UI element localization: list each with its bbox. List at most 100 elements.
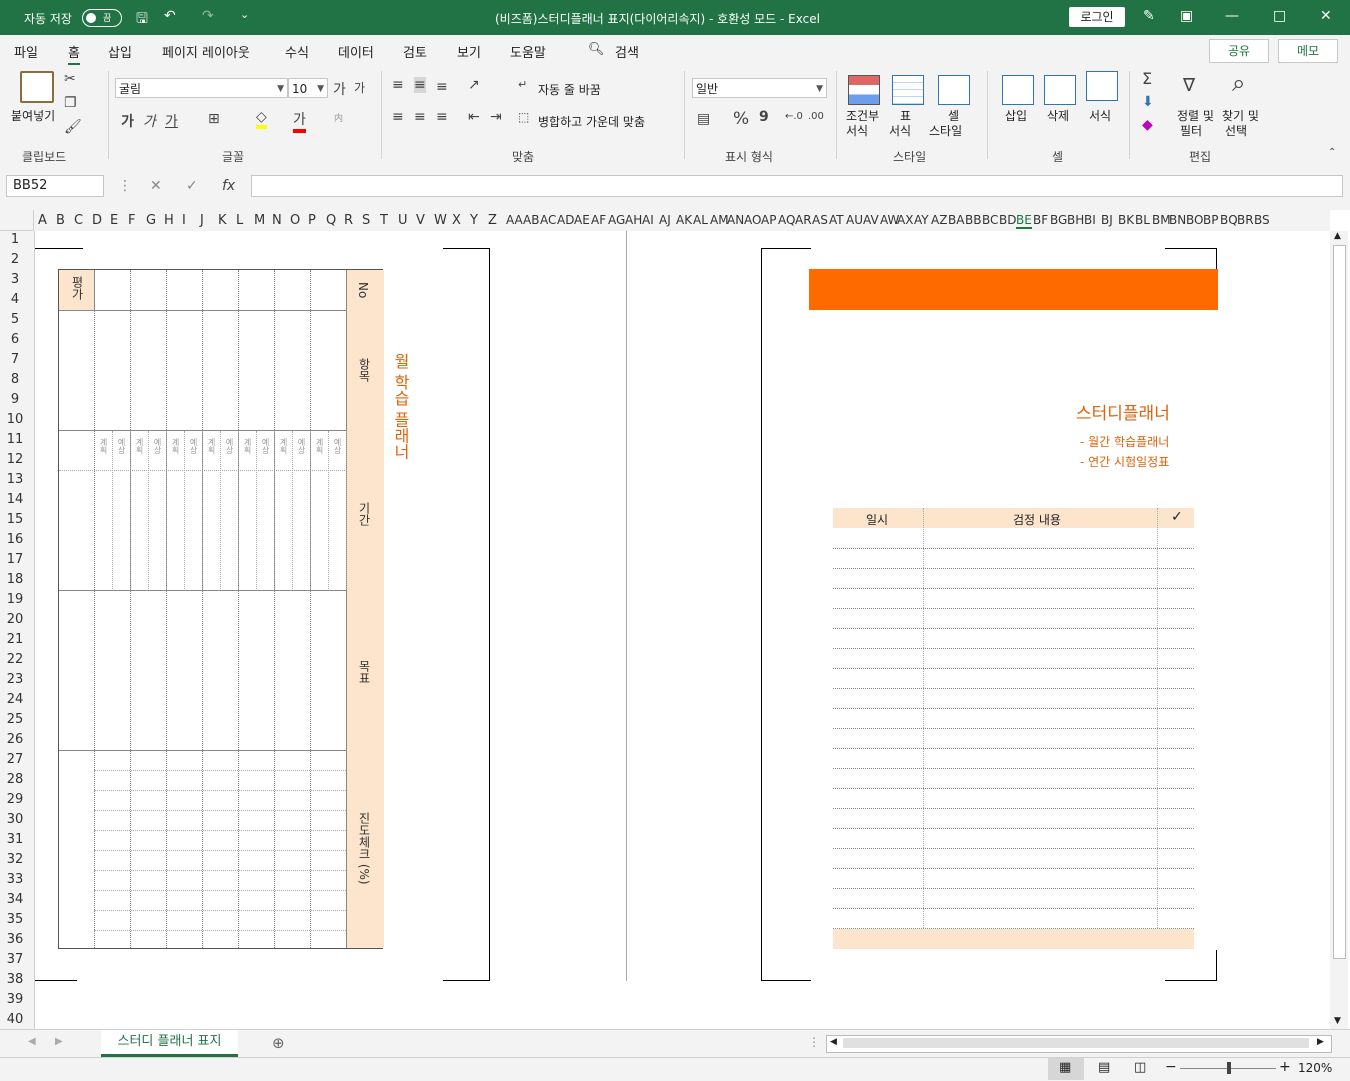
worksheet[interactable]: 평가 No 항목 기간 목표 진도체크 (%) 계획 예상 계획 예상 계획 예상 계획 예상… [35, 231, 1330, 1029]
row-header[interactable]: 8 [0, 372, 30, 387]
border-icon[interactable]: ⊞ [208, 111, 220, 127]
h-scroll-thumb[interactable] [843, 1038, 1309, 1048]
column-header[interactable]: BA [948, 213, 964, 227]
paste-icon[interactable] [20, 71, 54, 103]
number-format-select[interactable]: 일반 ▼ [692, 78, 827, 98]
tab-data[interactable]: 데이터 [338, 42, 374, 61]
scroll-down-icon[interactable]: ▼ [1334, 1016, 1341, 1026]
paste-button[interactable]: 붙여넣기 [11, 107, 55, 124]
column-header[interactable]: AC [540, 213, 556, 227]
insert-cells-button[interactable]: 삽입 [1005, 107, 1027, 124]
font-size-select[interactable]: 10 ▼ [288, 78, 328, 98]
column-header[interactable]: BH [1067, 213, 1084, 227]
column-header[interactable]: BI [1084, 213, 1096, 227]
italic-icon[interactable]: 가 [143, 111, 156, 131]
row-header[interactable]: 2 [0, 252, 30, 267]
row-header[interactable]: 12 [0, 452, 30, 467]
column-header[interactable]: M [254, 213, 265, 228]
column-header[interactable]: O [290, 213, 300, 228]
column-header[interactable]: AX [897, 213, 913, 227]
prev-sheet-icon[interactable]: ◀ [28, 1036, 36, 1047]
row-header[interactable]: 17 [0, 552, 30, 567]
column-header[interactable]: S [362, 213, 370, 228]
zoom-out-icon[interactable]: − [1165, 1059, 1177, 1075]
column-header[interactable]: V [416, 213, 425, 228]
row-header[interactable]: 32 [0, 852, 30, 867]
scroll-left-icon[interactable]: ◀ [830, 1037, 837, 1047]
underline-icon[interactable]: 가 [165, 111, 178, 131]
align-center-icon[interactable]: ≡ [414, 109, 426, 125]
collapse-ribbon-icon[interactable]: ⌃ [1328, 147, 1336, 158]
bold-icon[interactable]: 가 [121, 111, 134, 131]
increase-indent-icon[interactable]: ⇥ [490, 109, 502, 125]
cell-styles-icon[interactable] [938, 75, 970, 105]
shrink-font-icon[interactable]: 가 [354, 79, 365, 96]
row-header[interactable]: 10 [0, 412, 30, 427]
sort-filter-label2[interactable]: 필터 [1180, 122, 1202, 139]
conditional-format-icon[interactable] [848, 75, 880, 105]
vertical-scrollbar[interactable]: ▲ ▼ [1330, 231, 1348, 1029]
column-header[interactable]: BR [1237, 213, 1254, 227]
column-header[interactable]: AG [608, 213, 625, 227]
copy-icon[interactable]: ❐ [64, 95, 77, 111]
wrap-text-button[interactable]: 자동 줄 바꿈 [538, 81, 601, 98]
column-header[interactable]: BE [1016, 213, 1032, 229]
fill-color-icon[interactable]: ◇ [256, 109, 267, 129]
row-header[interactable]: 19 [0, 592, 30, 607]
column-header[interactable]: L [236, 213, 243, 228]
column-header[interactable]: BS [1254, 213, 1270, 227]
column-header[interactable]: BM [1152, 213, 1171, 227]
column-header[interactable]: BK [1118, 213, 1134, 227]
fill-icon[interactable]: ⬇ [1142, 94, 1154, 110]
column-header[interactable]: A [38, 213, 47, 228]
row-header[interactable]: 28 [0, 772, 30, 787]
column-header[interactable]: AZ [931, 213, 947, 227]
next-sheet-icon[interactable]: ▶ [55, 1036, 63, 1047]
column-header[interactable]: BQ [1220, 213, 1238, 227]
column-header[interactable]: G [146, 213, 156, 228]
scroll-thumb[interactable] [1333, 245, 1346, 959]
row-header[interactable]: 1 [0, 232, 30, 247]
row-header[interactable]: 22 [0, 652, 30, 667]
column-header[interactable]: R [344, 213, 353, 228]
save-icon[interactable]: 🖫 [136, 8, 148, 32]
undo-icon[interactable]: ↶ [164, 8, 176, 24]
accounting-icon[interactable]: ▤ [697, 111, 710, 127]
ribbon-display-icon[interactable]: ▣ [1180, 8, 1193, 24]
align-middle-icon[interactable]: ≡ [414, 77, 426, 93]
sort-filter-icon[interactable]: ∇ [1183, 75, 1195, 96]
close-icon[interactable]: ✕ [1320, 8, 1332, 24]
column-header[interactable]: BB [965, 213, 981, 227]
column-header[interactable]: AE [574, 213, 590, 227]
tab-formulas[interactable]: 수식 [285, 42, 309, 61]
maximize-icon[interactable]: □ [1273, 8, 1286, 24]
column-header[interactable]: BN [1169, 213, 1186, 227]
column-header[interactable]: BF [1033, 213, 1048, 227]
align-top-icon[interactable]: ≡ [392, 77, 404, 93]
row-header[interactable]: 11 [0, 432, 30, 447]
row-header[interactable]: 33 [0, 872, 30, 887]
zoom-slider-thumb[interactable] [1227, 1062, 1231, 1074]
column-header[interactable]: W [434, 213, 447, 228]
font-name-select[interactable]: 굴림 ▼ [115, 78, 288, 98]
comma-icon[interactable]: 9 [759, 109, 769, 125]
insert-cells-icon[interactable] [1002, 75, 1034, 105]
enter-icon[interactable]: ✓ [186, 178, 198, 194]
format-table-label2[interactable]: 서식 [889, 122, 911, 139]
page-break-view-icon[interactable]: ◫ [1134, 1060, 1146, 1075]
row-header[interactable]: 20 [0, 612, 30, 627]
search-box[interactable]: 검색 [615, 42, 639, 61]
formula-input[interactable] [251, 175, 1343, 197]
column-header[interactable]: AD [557, 213, 574, 227]
column-header[interactable]: I [182, 213, 186, 228]
align-left-icon[interactable]: ≡ [392, 109, 404, 125]
tab-insert[interactable]: 삽입 [108, 42, 132, 61]
delete-cells-icon[interactable] [1044, 75, 1076, 105]
wrap-text-icon[interactable]: ↵ [518, 78, 527, 91]
row-header[interactable]: 40 [0, 1012, 30, 1027]
column-header[interactable]: AU [846, 213, 863, 227]
row-header[interactable]: 4 [0, 292, 30, 307]
column-header[interactable]: AB [523, 213, 539, 227]
comments-button[interactable]: 메모 [1278, 39, 1338, 63]
column-header[interactable]: AL [693, 213, 708, 227]
